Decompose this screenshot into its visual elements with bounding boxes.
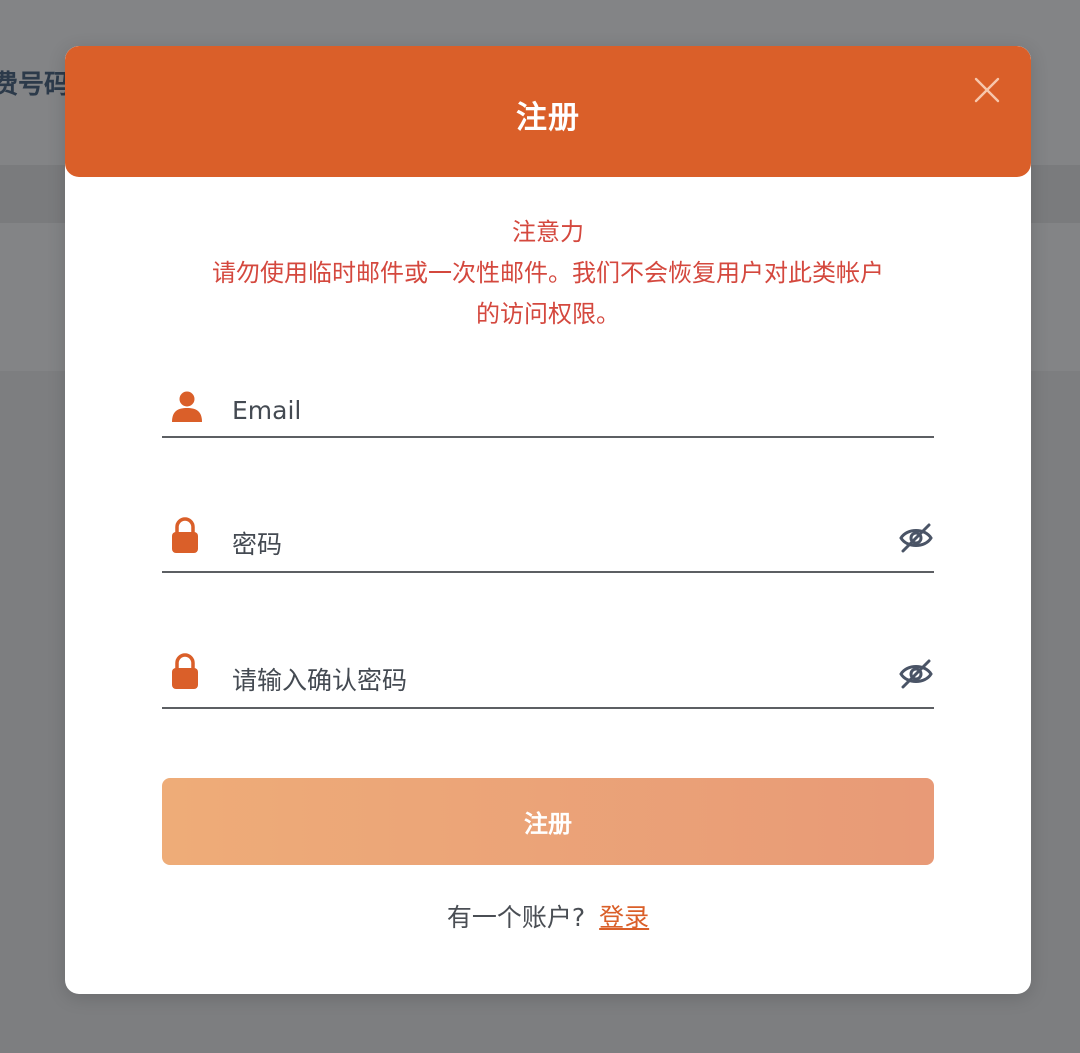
email-placeholder: Email <box>232 396 302 425</box>
close-icon[interactable] <box>971 74 1003 106</box>
login-prompt: 有一个账户? <box>446 903 586 932</box>
email-field[interactable]: Email <box>162 368 934 438</box>
confirm-password-placeholder: 请输入确认密码 <box>232 666 408 695</box>
lock-icon <box>170 517 200 557</box>
login-prompt-row: 有一个账户? 登录 <box>65 898 1031 934</box>
notice-line-1: 请勿使用临时邮件或一次性邮件。我们不会恢复用户对此类帐户 <box>212 259 884 287</box>
eye-off-icon[interactable] <box>898 523 934 553</box>
background-header-text: 费号码 <box>0 70 71 100</box>
notice-line-2: 的访问权限。 <box>476 300 620 328</box>
user-icon <box>170 389 204 427</box>
notice: 注意力 请勿使用临时邮件或一次性邮件。我们不会恢复用户对此类帐户 的访问权限。 <box>155 212 941 335</box>
confirm-password-field[interactable]: 请输入确认密码 <box>162 639 934 709</box>
lock-icon <box>170 653 200 693</box>
login-link[interactable]: 登录 <box>599 903 649 932</box>
password-placeholder: 密码 <box>232 530 283 559</box>
eye-off-icon[interactable] <box>898 659 934 689</box>
password-field[interactable]: 密码 <box>162 503 934 573</box>
modal-header: 注册 <box>65 46 1031 177</box>
notice-heading: 注意力 <box>512 218 584 246</box>
register-button[interactable]: 注册 <box>162 778 934 865</box>
modal-title: 注册 <box>516 100 580 136</box>
register-modal: 注册 注意力 请勿使用临时邮件或一次性邮件。我们不会恢复用户对此类帐户 的访问权… <box>65 46 1031 994</box>
